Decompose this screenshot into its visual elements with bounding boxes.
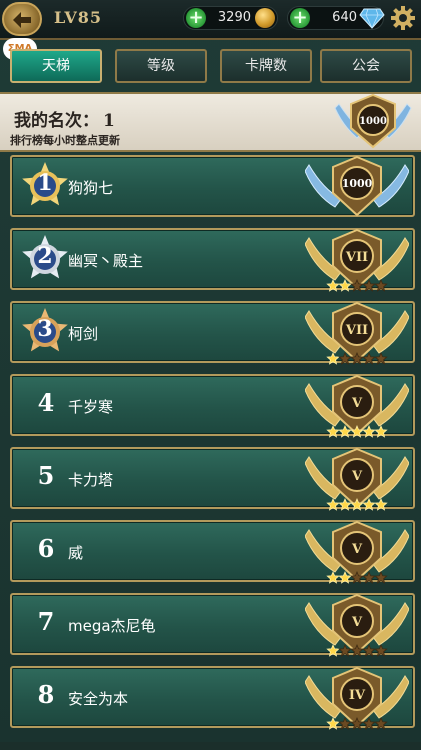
player-name: 威 [68,544,84,562]
my-rank-banner: 我的名次： 1 排行榜每小时整点更新 1000 [0,92,421,152]
settings-gear-icon[interactable] [390,5,416,31]
rank-badge-icon: VII [305,228,409,292]
rank-badge-icon: V [305,520,409,584]
my-rank: 我的名次： 1 [10,106,115,131]
player-name: 幽冥丶殿主 [68,252,144,270]
bottom-strip [0,742,421,750]
filled-star-icon [326,497,340,511]
rank-badge-text: VII [345,323,368,338]
player-name: 安全为本 [68,690,129,708]
empty-star-icon [374,278,388,292]
rank-number: 3 [37,316,53,342]
player-name: 柯剑 [68,325,99,343]
ranking-row[interactable]: 8 安全为本 IV [10,666,415,730]
filled-star-icon [326,643,340,657]
filled-star-icon [326,424,340,438]
player-name: 卡力塔 [68,471,114,489]
my-rank-value: 1 [103,111,115,131]
tab-card-count[interactable]: 卡牌数 [220,49,312,83]
rank-number: 2 [37,243,53,269]
tab-level[interactable]: 等级 [115,49,207,83]
rank-badge-icon: V [305,374,409,438]
rank-emblem-icon: 1000 [334,93,412,149]
filled-star-icon [326,278,340,292]
rank-badge-text: IV [349,688,366,703]
gem-amount: 640 [332,10,357,25]
add-gold-button[interactable]: + [186,8,206,28]
ranking-row[interactable]: 4 千岁寒 V [10,374,415,438]
rank-number: 7 [37,607,55,636]
rank-badge-text: V [351,469,363,484]
rank-number: 4 [37,388,55,417]
ranking-row[interactable]: 3 柯剑 VII [10,301,415,365]
ranking-row[interactable]: 5 卡力塔 V [10,447,415,511]
rank-number: 6 [37,534,55,563]
rank-number: 8 [37,680,55,709]
filled-star-icon [326,716,340,730]
player-name: mega杰尼龟 [68,617,156,635]
rank-badge-text: VII [345,250,368,265]
top-bar: LV85 + 3290 + 640 [0,0,421,40]
rank-badge-text: V [351,542,363,557]
empty-star-icon [374,643,388,657]
filled-star-icon [374,497,388,511]
rank-number: 5 [37,461,55,490]
rank-badge-icon: IV [305,666,409,730]
my-rating-text: 1000 [359,116,387,127]
tab-guild[interactable]: 公会 [320,49,412,83]
rank-badge-icon: V [305,593,409,657]
player-level: LV85 [54,8,103,27]
filled-star-icon [326,351,340,365]
gold-amount: 3290 [217,10,251,25]
rank-badge-icon: V [305,447,409,511]
ranking-row[interactable]: 1 狗狗七 1000 [10,155,415,217]
filled-star-icon [374,424,388,438]
rank-badge-text: V [351,615,363,630]
empty-star-icon [374,351,388,365]
my-rank-label: 我的名次： [14,111,99,131]
gem-counter: + 640 [287,6,385,30]
filled-star-icon [326,570,340,584]
empty-star-icon [374,570,388,584]
back-arrow-icon [13,12,31,28]
rank-badge-icon: 1000 [305,155,409,217]
empty-star-icon [374,716,388,730]
rank-badge-text: 1000 [342,177,373,190]
gold-coin-icon [255,8,275,28]
player-name: 千岁寒 [68,398,114,416]
ranking-row[interactable]: 6威 V [10,520,415,584]
player-name: 狗狗七 [68,179,114,197]
ranking-row[interactable]: 2 幽冥丶殿主 VII [10,228,415,292]
back-button[interactable] [2,2,42,36]
rank-number: 1 [37,170,53,196]
update-note: 排行榜每小时整点更新 [10,134,120,147]
ranking-row[interactable]: 7 mega杰尼龟 V [10,593,415,657]
ranking-tabs: 天梯 等级 卡牌数 公会 [0,49,421,89]
diamond-icon [359,8,385,29]
rank-badge-icon: VII [305,301,409,365]
rank-badge-text: V [351,396,363,411]
gold-counter: + 3290 [183,6,278,30]
tab-ladder[interactable]: 天梯 [10,49,102,83]
add-gem-button[interactable]: + [290,8,310,28]
